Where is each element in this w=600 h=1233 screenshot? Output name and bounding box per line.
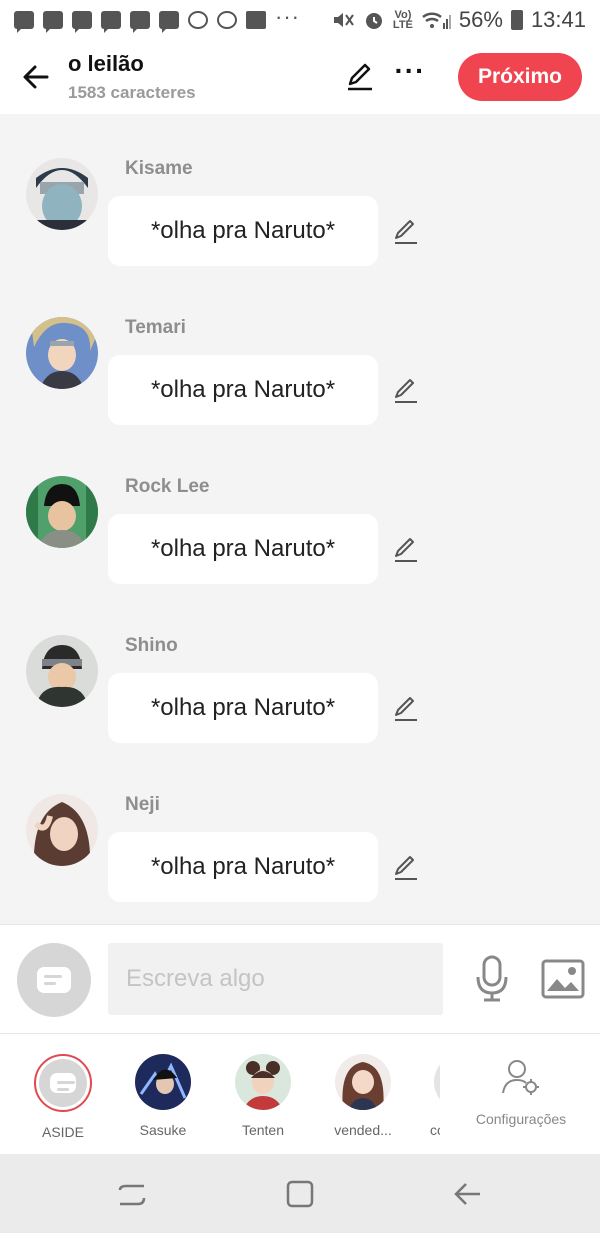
sasuke-avatar — [135, 1054, 191, 1110]
avatar-neji[interactable] — [26, 794, 98, 866]
tray-item-partial[interactable]: co — [418, 1054, 440, 1138]
character-count: 1583 caracteres — [68, 83, 196, 102]
message-bubble[interactable]: *olha pra Naruto* — [108, 832, 378, 902]
tray-item-label: co — [430, 1122, 440, 1138]
settings-button[interactable]: Configurações — [462, 1058, 580, 1127]
edit-message-icon[interactable] — [392, 218, 420, 246]
pinterest-icon — [217, 11, 237, 29]
nav-back-icon[interactable] — [452, 1178, 484, 1210]
edit-message-icon[interactable] — [392, 536, 420, 564]
battery-percent: 56% — [458, 7, 503, 32]
character-tray: ASIDE Sasuke Tenten vended... c Configur… — [0, 1034, 600, 1154]
narrator-toggle-button[interactable] — [17, 943, 91, 1017]
chat-bubble-icon — [37, 967, 71, 993]
tray-item-label: Sasuke — [139, 1122, 187, 1138]
message-row: Neji *olha pra Naruto* — [26, 794, 586, 924]
wifi-signal-icon — [422, 12, 451, 29]
title-block: o leilão 1583 caracteres — [68, 51, 196, 103]
aside-avatar — [34, 1054, 92, 1112]
edit-message-icon[interactable] — [392, 854, 420, 882]
message-notification-icon — [72, 11, 92, 33]
chat-bubble-icon — [50, 1073, 76, 1093]
message-row: Shino *olha pra Naruto* — [26, 635, 586, 765]
message-row: Rock Lee *olha pra Naruto* — [26, 476, 586, 606]
message-notification-icon — [14, 11, 34, 33]
tray-item-tenten[interactable]: Tenten — [218, 1054, 308, 1138]
tray-item-aside[interactable]: ASIDE — [18, 1054, 108, 1140]
more-dots-icon: ··· — [394, 55, 426, 86]
tenten-avatar — [235, 1054, 291, 1110]
mute-icon — [333, 13, 354, 27]
vendedor-avatar — [335, 1054, 391, 1110]
edit-message-icon[interactable] — [392, 695, 420, 723]
settings-label: Configurações — [475, 1111, 567, 1127]
tray-item-label: Tenten — [241, 1122, 285, 1138]
message-notification-icon — [43, 11, 63, 33]
tray-item-label: ASIDE — [41, 1124, 84, 1140]
tray-item-vendedor[interactable]: vended... — [318, 1054, 408, 1138]
message-bubble[interactable]: *olha pra Naruto* — [108, 673, 378, 743]
gallery-notification-icon — [246, 11, 266, 29]
message-input[interactable] — [108, 943, 443, 1015]
header-actions: ··· Próximo — [344, 53, 582, 101]
edit-message-icon[interactable] — [392, 377, 420, 405]
message-author: Neji — [125, 794, 160, 815]
battery-icon — [510, 10, 523, 30]
header: o leilão 1583 caracteres ··· Próximo — [0, 40, 600, 114]
recent-apps-icon[interactable] — [116, 1178, 148, 1210]
back-arrow-icon — [23, 65, 49, 89]
message-notification-icon — [101, 11, 121, 33]
image-upload-icon[interactable] — [541, 959, 585, 999]
notification-icons: ··· — [14, 6, 300, 33]
chat-area[interactable]: Kisame *olha pra Naruto* Temari *olha pr… — [0, 116, 600, 924]
more-button[interactable]: ··· — [394, 57, 426, 93]
message-row: Temari *olha pra Naruto* — [26, 317, 586, 447]
message-author: Kisame — [125, 158, 193, 179]
volte-indicator: Vo) LTE — [392, 9, 413, 31]
avatar-temari[interactable] — [26, 317, 98, 389]
system-nav-bar — [0, 1154, 600, 1233]
message-row: Kisame *olha pra Naruto* — [26, 158, 586, 288]
page-title: o leilão — [68, 51, 144, 76]
edit-button[interactable] — [344, 61, 376, 93]
home-icon[interactable] — [284, 1178, 316, 1210]
message-author: Rock Lee — [125, 476, 210, 497]
message-notification-icon — [159, 11, 179, 33]
avatar-rock-lee[interactable] — [26, 476, 98, 548]
next-button[interactable]: Próximo — [457, 53, 582, 101]
message-bubble[interactable]: *olha pra Naruto* — [108, 196, 378, 266]
message-notification-icon — [130, 11, 150, 33]
message-bubble[interactable]: *olha pra Naruto* — [108, 355, 378, 425]
avatar-shino[interactable] — [26, 635, 98, 707]
tray-item-label: vended... — [334, 1122, 392, 1138]
user-settings-icon — [502, 1060, 539, 1095]
more-notifications-icon: ··· — [275, 4, 300, 29]
message-author: Shino — [125, 635, 178, 656]
clock: 13:41 — [530, 7, 586, 32]
back-button[interactable] — [18, 59, 54, 95]
alarm-icon — [365, 13, 382, 29]
status-bar: ··· Vo) LTE 56% 13:41 — [0, 0, 600, 40]
tray-item-sasuke[interactable]: Sasuke — [118, 1054, 208, 1138]
microphone-icon[interactable] — [474, 955, 510, 1003]
message-bubble[interactable]: *olha pra Naruto* — [108, 514, 378, 584]
avatar-kisame[interactable] — [26, 158, 98, 230]
composer — [0, 924, 600, 1034]
pencil-icon — [347, 63, 372, 91]
message-author: Temari — [125, 317, 186, 338]
partial-avatar — [434, 1054, 440, 1110]
whatsapp-icon — [188, 11, 208, 29]
system-icons: Vo) LTE 56% 13:41 — [331, 7, 586, 33]
